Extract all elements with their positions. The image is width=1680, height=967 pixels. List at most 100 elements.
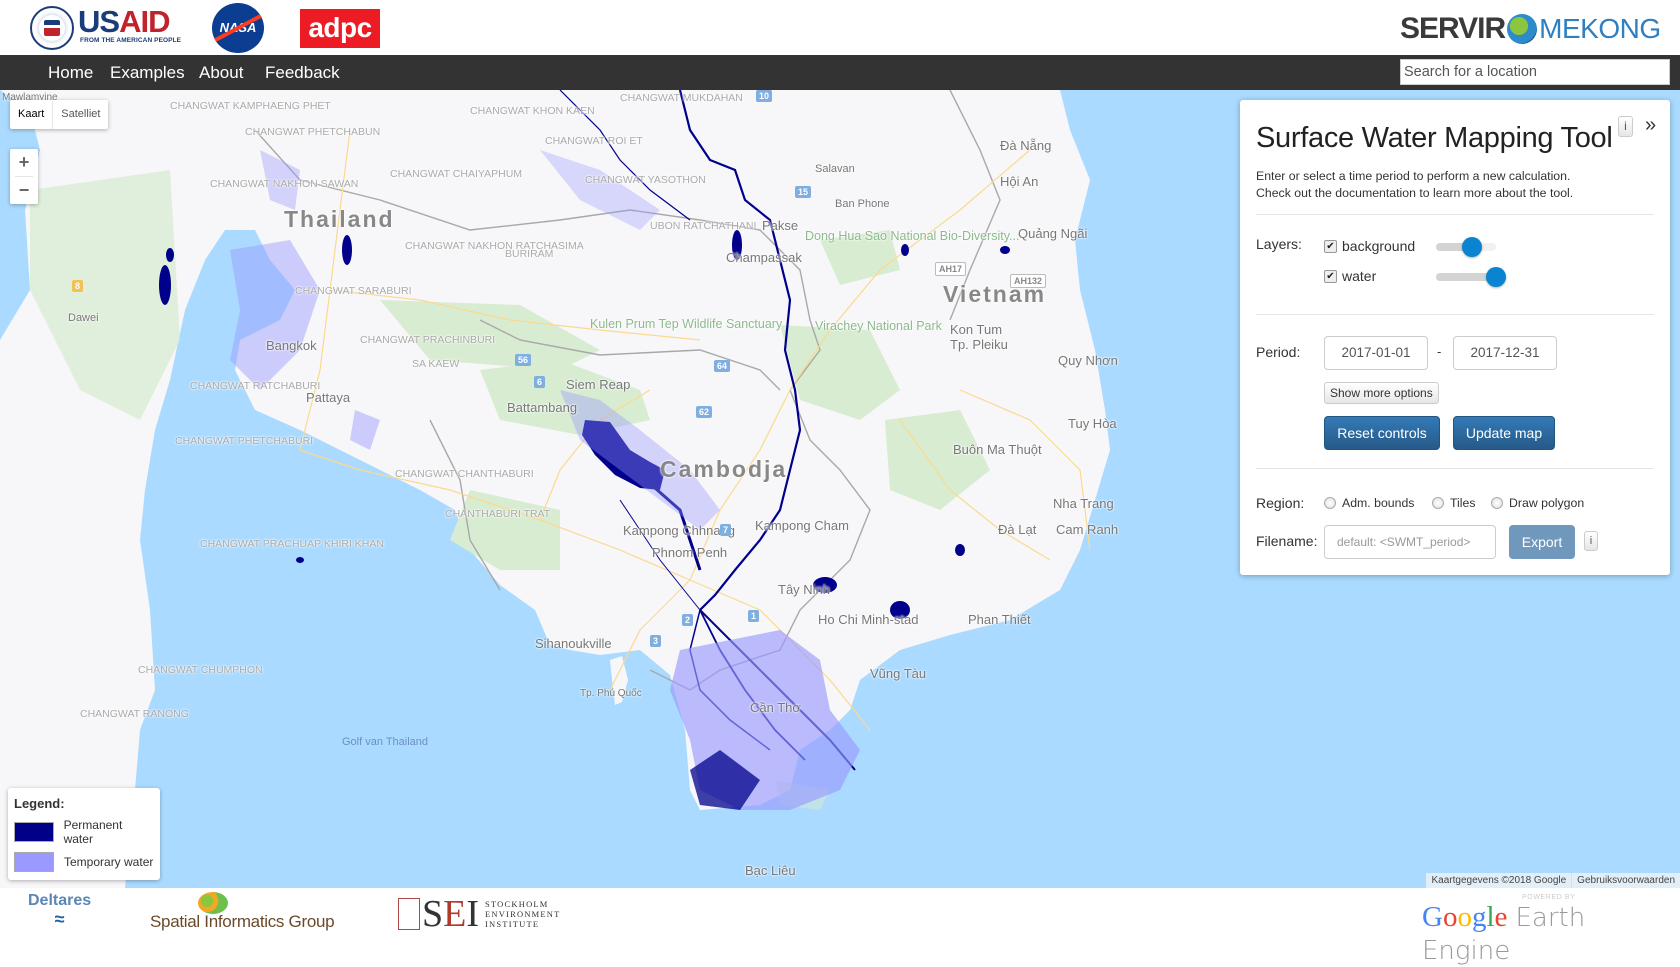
show-more-options-button[interactable]: Show more options — [1324, 382, 1439, 404]
layers-label: Layers: — [1256, 236, 1302, 252]
header: USAID FROM THE AMERICAN PEOPLE NASA adpc… — [0, 0, 1680, 55]
radio-icon[interactable] — [1324, 497, 1336, 509]
radio-icon[interactable] — [1432, 497, 1444, 509]
nav-feedback[interactable]: Feedback — [265, 55, 340, 90]
slider-thumb[interactable] — [1462, 237, 1482, 257]
water-opacity-slider[interactable] — [1436, 267, 1506, 287]
road-shield: 62 — [696, 406, 713, 418]
map-label-kampong-cham: Kampong Cham — [755, 518, 849, 533]
road-shield: 15 — [795, 186, 812, 198]
map-label-bangkok: Bangkok — [266, 338, 317, 353]
divider — [1256, 214, 1654, 215]
map-label-thailand: Thailand — [284, 206, 395, 232]
slider-thumb[interactable] — [1486, 267, 1506, 287]
radio-label: Tiles — [1450, 496, 1476, 510]
map-label-province: Changwat Prachuap Khiri Khan — [200, 538, 384, 550]
region-option-draw-polygon[interactable]: Draw polygon — [1491, 496, 1584, 510]
road-shield: AH17 — [935, 262, 967, 276]
usaid-logo[interactable]: USAID — [78, 4, 170, 39]
map-label-province: Changwat Ratchaburi — [190, 380, 321, 392]
export-button[interactable]: Export — [1509, 525, 1575, 559]
servir-mekong-logo[interactable]: SERVIR MEKONG — [1400, 12, 1661, 46]
map-label-province: Ubon Ratchathani — [650, 220, 757, 232]
sei-line: STOCKHOLM — [485, 899, 549, 909]
sei-line: INSTITUTE — [485, 919, 540, 929]
nasa-logo[interactable]: NASA — [212, 3, 264, 53]
road-shield: 1 — [748, 610, 760, 622]
road-shield: 7 — [720, 524, 732, 536]
checkbox-checked-icon[interactable]: ✔ — [1324, 269, 1337, 283]
map-label-province: Changwat Saraburi — [295, 285, 412, 297]
map-label-province: Buriram — [505, 248, 554, 260]
filename-input[interactable] — [1324, 525, 1496, 559]
map-label-province: Changwat Chumphon — [138, 664, 263, 676]
layer-name: background — [1342, 238, 1416, 254]
gee-brand: Google Earth Engine — [1422, 901, 1672, 967]
nav-home[interactable]: Home — [48, 55, 93, 90]
map-label-phan-thiet: Phan Thiết — [968, 612, 1031, 627]
usaid-tagline: FROM THE AMERICAN PEOPLE — [80, 37, 182, 44]
panel-title: Surface Water Mapping Tool — [1256, 122, 1613, 154]
period-end-input[interactable]: 2017-12-31 — [1453, 336, 1557, 370]
sei-logo[interactable]: SEI STOCKHOLM ENVIRONMENT INSTITUTE — [398, 895, 561, 933]
deltares-logo[interactable]: Deltares ≈ — [28, 892, 91, 928]
map-label-salavan: Salavan — [815, 163, 855, 175]
map-label-province: Chanthaburi Trat — [445, 508, 551, 520]
location-search-input[interactable] — [1400, 59, 1670, 85]
map-label-province: Changwat Chanthaburi — [395, 468, 534, 480]
checkbox-checked-icon[interactable]: ✔ — [1324, 239, 1337, 253]
map-label-vung-tau: Vũng Tàu — [870, 666, 927, 681]
map-label-champassak: Champassak — [726, 250, 802, 265]
nav-about[interactable]: About — [199, 55, 243, 90]
layer-background-toggle[interactable]: ✔ background — [1324, 238, 1415, 254]
adpc-logo[interactable]: adpc — [300, 9, 380, 48]
export-info-button[interactable]: i — [1584, 531, 1598, 551]
map-label-ho-chi-minh: Ho Chi Minh-stad — [818, 612, 919, 627]
sig-logo[interactable]: Spatial Informatics Group — [150, 892, 350, 938]
map-label-gulf-of-thailand: Golf van Thailand — [342, 736, 429, 748]
mekong-logo-text: MEKONG — [1539, 13, 1661, 44]
map-label-kampong-chhnang: Kampong Chhnang — [623, 523, 736, 538]
map-type-control: Kaart Satelliet — [10, 100, 109, 129]
collapse-panel-icon[interactable]: » — [1645, 114, 1656, 137]
map-label-siem-reap: Siem Reap — [566, 377, 631, 392]
radio-icon[interactable] — [1491, 497, 1503, 509]
region-option-tiles[interactable]: Tiles — [1432, 496, 1476, 510]
road-shield: 6 — [534, 376, 546, 388]
zoom-out-button[interactable]: − — [10, 177, 38, 204]
map-type-satelliet-button[interactable]: Satelliet — [52, 100, 108, 129]
usaid-logo-aid: AID — [119, 4, 170, 39]
period-start-input[interactable]: 2017-01-01 — [1324, 336, 1428, 370]
update-map-button[interactable]: Update map — [1453, 416, 1555, 450]
map-label-province: Changwat Phetchaburi — [175, 435, 314, 447]
map-label-province: Changwat Nakhon Sawan — [210, 178, 359, 190]
globe-icon — [1507, 14, 1538, 44]
deltares-wave-icon: ≈ — [54, 909, 65, 929]
period-label: Period: — [1256, 344, 1301, 360]
map-legend: Legend: Permanent water Temporary water — [8, 788, 160, 880]
usaid-logo-us: US — [78, 4, 120, 39]
google-earth-engine-logo[interactable]: POWERED BY Google Earth Engine — [1422, 894, 1672, 967]
period-separator: - — [1437, 344, 1442, 359]
map-data-attribution: Kaartgegevens ©2018 Google — [1431, 875, 1567, 886]
map-label-pakse: Pakse — [762, 218, 799, 233]
legend-swatch-temporary — [14, 852, 54, 872]
region-option-adm-bounds[interactable]: Adm. bounds — [1324, 496, 1414, 510]
map-label-dawei: Dawei — [68, 312, 99, 324]
description-line: Check out the documentation to learn mor… — [1256, 186, 1574, 200]
map-label-province: Changwat Khon Kaen — [470, 105, 595, 117]
layer-water-toggle[interactable]: ✔ water — [1324, 268, 1376, 284]
map-label-can-tho: Cần Thơ — [750, 700, 801, 715]
road-shield: 64 — [714, 360, 731, 372]
reset-controls-button[interactable]: Reset controls — [1324, 416, 1440, 450]
zoom-control: + − — [10, 149, 38, 204]
zoom-in-button[interactable]: + — [10, 149, 38, 176]
sei-institute-name: STOCKHOLM ENVIRONMENT INSTITUTE — [485, 899, 561, 929]
control-panel: Surface Water Mapping Tool i » Enter or … — [1240, 100, 1670, 575]
map-type-kaart-button[interactable]: Kaart — [10, 100, 52, 129]
usaid-seal-logo — [30, 6, 74, 50]
terms-of-use-link[interactable]: Gebruiksvoorwaarden — [1571, 873, 1680, 888]
nav-examples[interactable]: Examples — [110, 55, 185, 90]
panel-info-button[interactable]: i — [1618, 116, 1633, 137]
background-opacity-slider[interactable] — [1436, 237, 1496, 257]
